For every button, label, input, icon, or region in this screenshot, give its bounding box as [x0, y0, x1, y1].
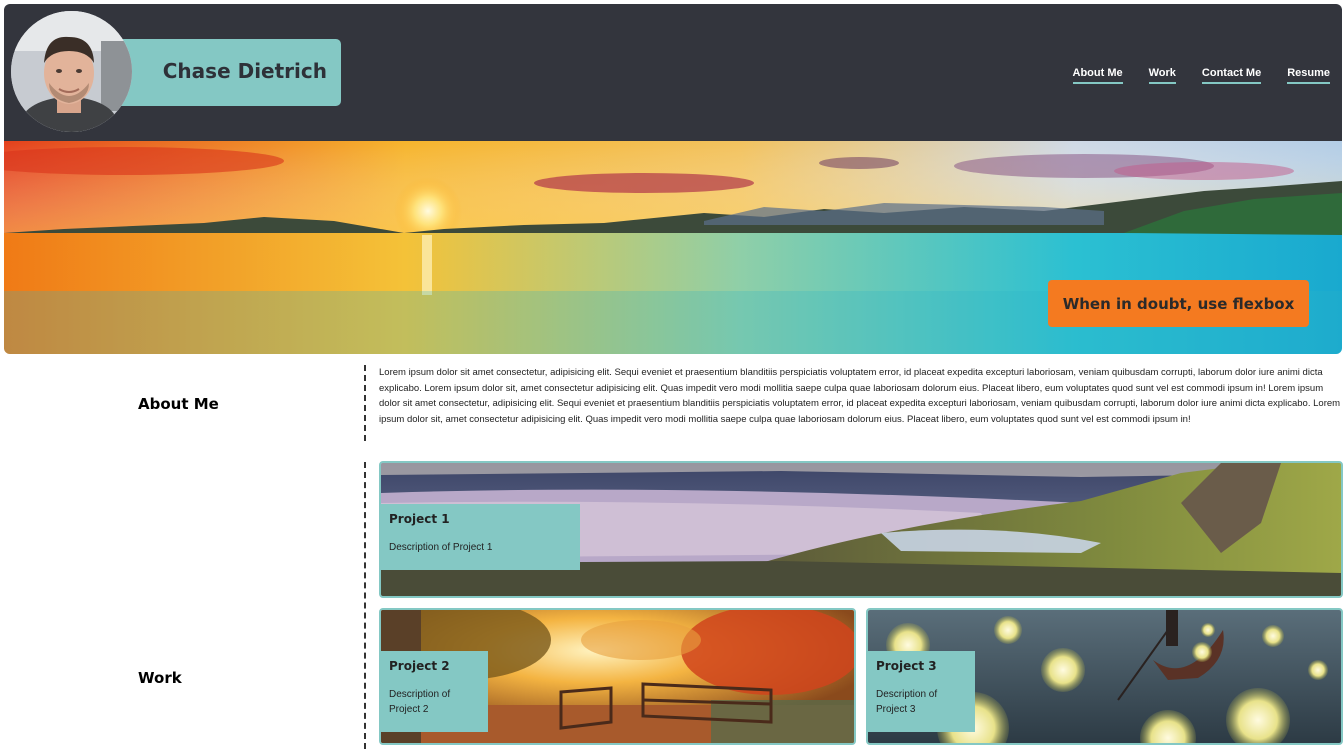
about-me-heading: About Me [138, 395, 219, 413]
project-card-3[interactable]: Project 3 Description of Project 3 [866, 608, 1343, 745]
main-nav: About Me Work Contact Me Resume [1072, 67, 1330, 84]
project-1-caption: Project 1 Description of Project 1 [381, 504, 580, 570]
about-me-text: Lorem ipsum dolor sit amet consectetur, … [379, 367, 1341, 425]
nav-resume[interactable]: Resume [1287, 67, 1330, 84]
work-heading: Work [138, 669, 182, 687]
nav-about-me[interactable]: About Me [1072, 67, 1123, 84]
project-2-title: Project 2 [389, 659, 450, 673]
project-card-1[interactable]: Project 1 Description of Project 1 [379, 461, 1343, 598]
project-3-caption: Project 3 Description of Project 3 [868, 651, 975, 732]
work-divider [364, 462, 366, 749]
nav-contact-me[interactable]: Contact Me [1201, 67, 1262, 84]
avatar [11, 11, 132, 132]
project-2-description: Description of Project 2 [389, 689, 451, 715]
project-3-title: Project 3 [876, 659, 937, 673]
project-1-description: Description of Project 1 [389, 542, 493, 553]
project-3-description: Description of Project 3 [876, 689, 938, 715]
project-1-title: Project 1 [389, 512, 450, 526]
about-divider [364, 365, 366, 441]
nav-work[interactable]: Work [1148, 67, 1176, 84]
project-2-caption: Project 2 Description of Project 2 [381, 651, 488, 732]
portfolio-page: Chase Dietrich About Me Work Contact Me … [0, 0, 1344, 749]
hero-banner: When in doubt, use flexbox [4, 141, 1342, 354]
site-owner-name: Chase Dietrich [162, 59, 327, 83]
cta-button[interactable]: When in doubt, use flexbox [1048, 280, 1309, 327]
site-header: Chase Dietrich About Me Work Contact Me … [4, 4, 1342, 141]
project-card-2[interactable]: Project 2 Description of Project 2 [379, 608, 856, 745]
